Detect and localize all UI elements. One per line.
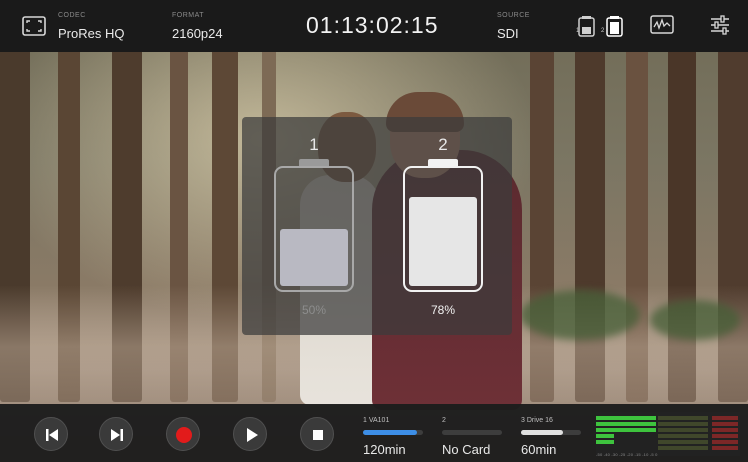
media-slot-1-label: 1 VA101	[363, 417, 390, 424]
audio-meter-green-segment	[596, 440, 614, 444]
battery-slot-1-label: 1	[576, 28, 580, 34]
audio-meter-mid-segment	[658, 422, 708, 426]
codec-value[interactable]: ProRes HQ	[58, 26, 124, 41]
skip-back-button[interactable]	[34, 417, 68, 451]
battery-slot-2-label: 2	[601, 28, 605, 34]
battery-1-icon	[274, 166, 354, 292]
media-slot-3-remaining: 60min	[521, 442, 557, 457]
battery-1-terminal	[299, 159, 329, 166]
audio-meter-mid-segment	[658, 434, 708, 438]
format-label: FORMAT	[172, 12, 205, 19]
audio-meter-peak-segment	[712, 416, 738, 420]
stop-button[interactable]	[300, 417, 334, 451]
audio-meter-channel	[596, 416, 740, 420]
audio-meter-scale: -50 -40 -30 -25 -20 -15 -10 -5 0	[596, 452, 658, 457]
bottom-transport-bar: 1 VA101 120min 2 No Card 3 Drive 16 60mi…	[0, 404, 748, 462]
media-slot-1-fill	[363, 430, 417, 435]
audio-meter-peak-segment	[712, 422, 738, 426]
fern	[520, 290, 640, 340]
stop-icon	[313, 430, 323, 440]
skip-forward-button[interactable]	[99, 417, 133, 451]
media-slot-3-bar	[521, 430, 581, 435]
battery-1-label: 1	[309, 135, 319, 154]
media-slot-1-remaining: 120min	[363, 442, 406, 457]
skip-forward-icon	[111, 429, 123, 441]
source-value[interactable]: SDI	[497, 26, 519, 41]
audio-meter-channel	[596, 440, 740, 444]
record-button[interactable]	[166, 417, 200, 451]
play-button[interactable]	[233, 417, 267, 451]
battery-status-icon[interactable]: 1 2	[576, 14, 632, 37]
audio-meter-green-segment	[596, 428, 656, 432]
audio-meter-channel	[596, 422, 740, 426]
settings-sliders-icon[interactable]	[708, 14, 732, 36]
battery-1-level	[280, 229, 348, 286]
format-value[interactable]: 2160p24	[172, 26, 223, 41]
audio-meter-mid-segment	[658, 446, 708, 450]
fern	[650, 300, 740, 340]
battery-2-label: 2	[438, 135, 448, 154]
audio-meter-channel	[596, 446, 740, 450]
battery-1-percent: 50%	[301, 303, 327, 317]
audio-meter-green-segment	[596, 416, 656, 420]
fullscreen-icon[interactable]	[22, 16, 46, 36]
media-slot-2-bar	[442, 430, 502, 435]
audio-meter-green-segment	[596, 422, 656, 426]
audio-meter-peak-segment	[712, 428, 738, 432]
media-slot-2-remaining: No Card	[442, 442, 491, 457]
battery-2-percent: 78%	[430, 303, 456, 317]
media-slot-3-label: 3 Drive 16	[521, 417, 553, 424]
audio-meter-peak-segment	[712, 440, 738, 444]
audio-meter-peak-segment	[712, 434, 738, 438]
record-icon	[176, 427, 192, 443]
audio-meter-mid-segment	[658, 440, 708, 444]
codec-label: CODEC	[58, 12, 86, 19]
audio-meter-channel	[596, 434, 740, 438]
battery-2-terminal	[428, 159, 458, 166]
skip-back-icon	[46, 429, 58, 441]
audio-meter-mid-segment	[658, 428, 708, 432]
media-slot-2-label: 2	[442, 417, 446, 424]
top-status-bar: CODEC ProRes HQ FORMAT 2160p24 01:13:02:…	[0, 0, 748, 52]
play-icon	[247, 428, 258, 442]
media-slot-1-bar	[363, 430, 423, 435]
timecode-display[interactable]: 01:13:02:15	[306, 12, 439, 39]
audio-meters[interactable]: -50 -40 -30 -25 -20 -15 -10 -5 0	[596, 412, 740, 457]
battery-status-overlay[interactable]: 1 50% 2 78%	[242, 117, 512, 335]
waveform-scope-icon[interactable]	[650, 14, 674, 36]
media-slot-3-fill	[521, 430, 563, 435]
source-label: SOURCE	[497, 12, 530, 19]
audio-meter-green-segment	[596, 434, 614, 438]
audio-meter-mid-segment	[658, 416, 708, 420]
audio-meter-peak-segment	[712, 446, 738, 450]
audio-meter-channel	[596, 428, 740, 432]
battery-2-level	[409, 197, 477, 286]
battery-2-icon	[403, 166, 483, 292]
